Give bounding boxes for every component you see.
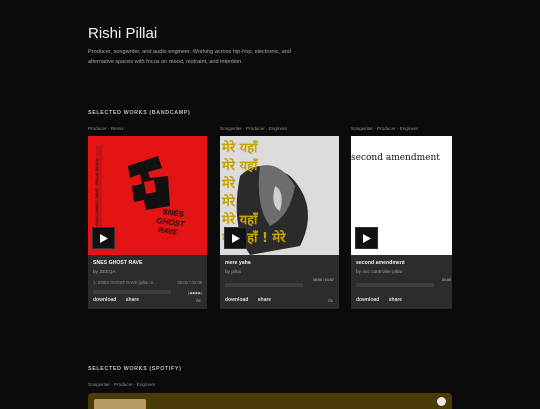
- track-title: second amendment: [356, 260, 405, 266]
- download-link[interactable]: download: [356, 297, 379, 303]
- track-title: mere yaha: [225, 260, 251, 266]
- card-role-2: Songwriter · Producer · Engineer: [220, 126, 288, 131]
- section-title-spotify: SELECTED WORKS (SPOTIFY): [88, 366, 182, 372]
- track-artist[interactable]: by mic controller pillai: [356, 270, 447, 275]
- track-artist[interactable]: by ZEEQA: [93, 270, 202, 275]
- bandcamp-player-1[interactable]: SNES GHOST RAVE · PILLAI REMIX SNES GHOS…: [88, 136, 207, 309]
- bandcamp-logo[interactable]: bc: [328, 298, 333, 303]
- album-art-second-amendment[interactable]: second amendment: [351, 136, 452, 255]
- album-art-mere-yaha[interactable]: मेरे यहाँ मेरे यहाँ मेरे मेरे मेरे यहाँ …: [220, 136, 339, 255]
- spotify-cover-art[interactable]: [94, 399, 146, 409]
- play-icon: [99, 233, 108, 243]
- play-button[interactable]: [355, 227, 378, 249]
- share-link[interactable]: share: [126, 297, 139, 303]
- skip-controls[interactable]: |◀◀ ▶▶|: [188, 291, 202, 295]
- svg-text:मेरे: मेरे: [221, 194, 236, 210]
- track-time: 00:00 / 02:08: [177, 280, 202, 285]
- art-side-text: SNES GHOST RAVE · PILLAI REMIX: [94, 158, 99, 226]
- play-icon: [362, 233, 371, 243]
- bandcamp-player-2[interactable]: मेरे यहाँ मेरे यहाँ मेरे मेरे मेरे यहाँ …: [220, 136, 339, 309]
- download-link[interactable]: download: [225, 297, 248, 303]
- artist-name: Rishi Pillai: [88, 25, 158, 42]
- bandcamp-logo[interactable]: bc: [196, 298, 201, 303]
- artist-bio: Producer, songwriter, and audio engineer…: [88, 49, 291, 66]
- card-role-3: Songwriter · Producer · Engineer: [351, 126, 419, 131]
- download-link[interactable]: download: [93, 297, 116, 303]
- track-artist[interactable]: by pillai: [225, 270, 334, 275]
- bandcamp-player-3[interactable]: second amendment second amendment by mic…: [351, 136, 452, 309]
- track-time: 00:00 / 01:57: [313, 278, 334, 282]
- card-role-1: Producer · Remix: [88, 126, 124, 131]
- section-title-bandcamp: SELECTED WORKS (BANDCAMP): [88, 110, 191, 116]
- album-art-snes-ghost-rave[interactable]: SNES GHOST RAVE · PILLAI REMIX SNES GHOS…: [88, 136, 207, 255]
- share-link[interactable]: share: [258, 297, 271, 303]
- art-text: second amendment: [351, 153, 440, 163]
- track-time: 00:00: [442, 278, 451, 282]
- svg-text:मेरे यहाँ: मेरे यहाँ: [221, 212, 258, 228]
- track-name[interactable]: 1. SNES GHOST RAVE (pillai re...: [93, 280, 157, 285]
- play-button[interactable]: [224, 227, 247, 249]
- art-text: मेरे यहाँ: [221, 140, 258, 156]
- progress-bar[interactable]: [93, 290, 171, 294]
- progress-bar[interactable]: [225, 283, 303, 287]
- spotify-role: Songwriter · Producer · Engineer: [88, 382, 156, 387]
- progress-bar[interactable]: [356, 283, 434, 287]
- track-title: SNES GHOST RAVE: [93, 260, 143, 266]
- play-icon: [231, 233, 240, 243]
- spotify-embed[interactable]: [88, 393, 452, 409]
- play-button[interactable]: [92, 227, 115, 249]
- share-link[interactable]: share: [389, 297, 402, 303]
- svg-text:मेरे यहाँ: मेरे यहाँ: [221, 158, 258, 174]
- svg-text:मेरे: मेरे: [221, 176, 236, 192]
